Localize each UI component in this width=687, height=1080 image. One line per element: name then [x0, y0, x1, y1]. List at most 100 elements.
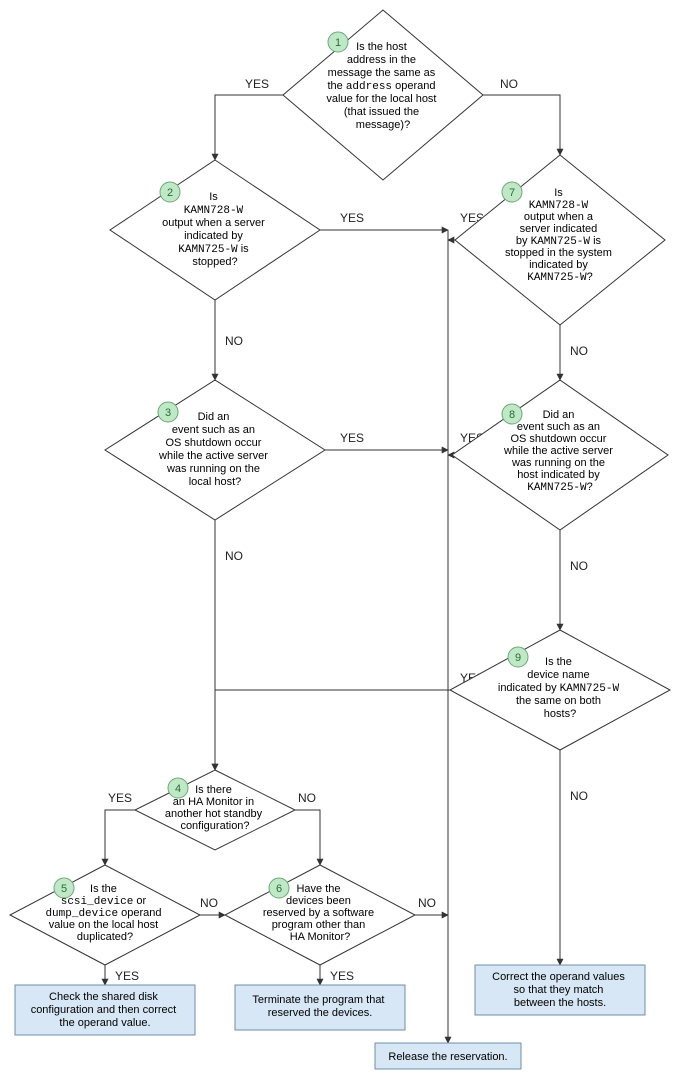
- text: message)?: [356, 119, 410, 131]
- decision-6: 6 Have the devices been reserved by a so…: [225, 865, 415, 965]
- text: message the same as: [328, 67, 436, 79]
- text: output when a server: [162, 217, 265, 229]
- edge-label: YES: [245, 77, 269, 91]
- text: reserved by a software: [263, 907, 374, 919]
- text: the operand value.: [59, 1017, 150, 1029]
- text: KAMN728-W: [184, 205, 244, 217]
- edge-label: NO: [570, 344, 588, 358]
- text: value for the local host: [326, 93, 436, 105]
- text: configuration and then correct: [31, 1004, 177, 1016]
- action-terminate-program: Terminate the program that reserved the …: [235, 985, 405, 1030]
- text: was running on the: [166, 463, 260, 475]
- text: indicated by: [529, 259, 588, 271]
- badge-7: 7: [509, 187, 515, 199]
- text: is: [238, 243, 250, 255]
- text: the: [327, 80, 345, 92]
- text: Is there: [195, 784, 232, 796]
- edge-label: YES: [108, 791, 132, 805]
- edge-1-2: [215, 95, 283, 160]
- action-check-shared-disk: Check the shared disk configuration and …: [15, 985, 195, 1035]
- edge-label: YES: [115, 969, 139, 983]
- text: program other than: [272, 919, 366, 931]
- decision-7: 7 Is KAMN728-W output when a server indi…: [455, 155, 665, 325]
- edge-label: NO: [225, 549, 243, 563]
- text: Is: [209, 191, 218, 203]
- text: Check the shared disk: [49, 991, 158, 1003]
- text: event such as an: [517, 421, 600, 433]
- edge-label: YES: [340, 431, 364, 445]
- text: operand: [392, 80, 435, 92]
- text: HA Monitor?: [290, 931, 351, 943]
- text: KAMN725-W: [527, 482, 587, 494]
- text: ?: [587, 481, 593, 493]
- text: event such as an: [172, 424, 255, 436]
- text: address in the: [347, 54, 416, 66]
- text: reserved the devices.: [268, 1007, 373, 1019]
- text: the same on both: [516, 695, 601, 707]
- text: another hot standby: [165, 808, 263, 820]
- text: Is the: [545, 656, 572, 668]
- edge-label: NO: [500, 77, 518, 91]
- text: local host?: [189, 476, 242, 488]
- text: Did an: [543, 409, 575, 421]
- edge-4-6: [295, 810, 320, 865]
- text: ?: [587, 271, 593, 283]
- text: while the active server: [503, 445, 613, 457]
- text: value on the local host: [49, 919, 158, 931]
- svg-text:Release the reservation.: Release the reservation.: [388, 1051, 507, 1063]
- text: Correct the operand values: [492, 971, 625, 983]
- text: devices been: [286, 895, 351, 907]
- edge-label: NO: [225, 334, 243, 348]
- decision-4: 4 Is there an HA Monitor in another hot …: [135, 770, 295, 850]
- text: OS shutdown occur: [510, 433, 606, 445]
- flowchart: YES NO YES NO YES NO YES NO YES NO YES N…: [0, 0, 687, 1080]
- decision-8: 8 Did an event such as an OS shutdown oc…: [452, 380, 668, 530]
- edge-9-4: [215, 690, 460, 770]
- edge-label: YES: [340, 211, 364, 225]
- text: stopped in the system: [505, 247, 612, 259]
- edge-1-7: [483, 95, 560, 155]
- text: configuration?: [180, 820, 249, 832]
- text: KAMN725-W: [178, 244, 238, 256]
- text: KAMN725-W: [527, 272, 587, 284]
- text: Have the: [296, 883, 340, 895]
- text: Terminate the program that: [252, 994, 384, 1006]
- action-release-reservation: Release the reservation.: [375, 1043, 521, 1069]
- action-correct-operand-values: Correct the operand values so that they …: [475, 965, 645, 1015]
- badge-6: 6: [276, 883, 282, 895]
- text: Is the: [90, 883, 117, 895]
- svg-text:Terminate the program that: Terminate the program that reserved the …: [252, 994, 387, 1019]
- badge-1: 1: [335, 37, 341, 49]
- text: output when a: [524, 211, 594, 223]
- badge-9: 9: [515, 652, 521, 664]
- text: is: [590, 235, 602, 247]
- text: hosts?: [544, 708, 576, 720]
- decision-5: 5 Is the scsi_device or dump_device oper…: [10, 865, 200, 965]
- text: (that issued the: [344, 106, 419, 118]
- badge-4: 4: [175, 783, 181, 795]
- text: Is: [554, 187, 563, 199]
- text: indicated by: [184, 230, 243, 242]
- text: so that they match: [514, 984, 604, 996]
- edge-label: NO: [570, 789, 588, 803]
- text: Release the reservation.: [388, 1051, 507, 1063]
- text: Did an: [198, 411, 230, 423]
- badge-8: 8: [509, 409, 515, 421]
- decision-3: 3 Did an event such as an OS shutdown oc…: [105, 380, 325, 520]
- text: or: [133, 895, 146, 907]
- decision-9: 9 Is the device name indicated by KAMN72…: [450, 630, 670, 750]
- badge-5: 5: [61, 883, 67, 895]
- text: by: [516, 235, 531, 247]
- text: Is the host: [356, 41, 407, 53]
- text: host indicated by: [517, 469, 600, 481]
- text: an HA Monitor in: [173, 796, 254, 808]
- edge-label: NO: [570, 559, 588, 573]
- text: duplicated?: [77, 931, 133, 943]
- text: indicated by: [498, 682, 560, 694]
- text: KAMN725-W: [560, 683, 620, 695]
- text: stopped?: [192, 256, 237, 268]
- edge-4-5: [105, 810, 135, 865]
- edge-label: NO: [298, 791, 316, 805]
- edge-label: NO: [418, 896, 436, 910]
- text: was running on the: [511, 457, 605, 469]
